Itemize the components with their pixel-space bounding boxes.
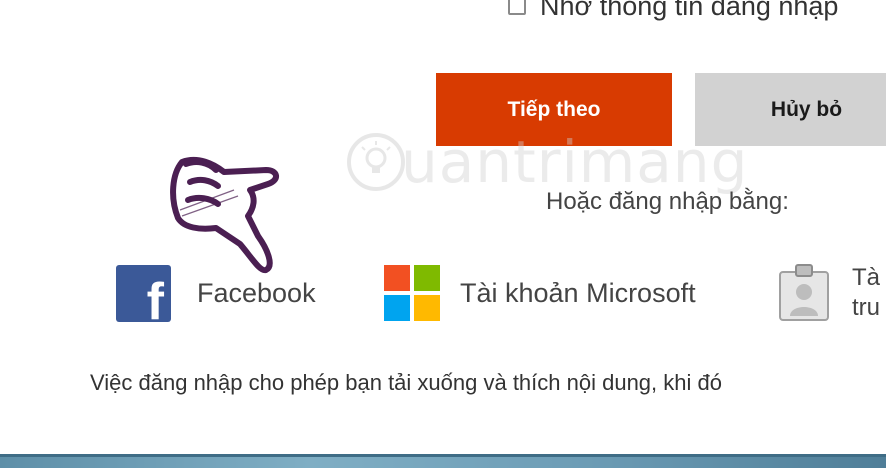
other-account-login[interactable]: Tà tru <box>778 263 880 323</box>
remember-me-checkbox[interactable] <box>508 0 526 15</box>
next-button[interactable]: Tiếp theo <box>436 73 672 146</box>
facebook-login[interactable]: f Facebook <box>116 263 316 323</box>
microsoft-label: Tài khoản Microsoft <box>460 277 696 308</box>
lightbulb-icon <box>347 133 405 191</box>
cancel-button[interactable]: Hủy bỏ <box>695 73 886 146</box>
bottom-image-strip <box>0 454 886 468</box>
other-account-label-line1: Tà <box>852 264 881 291</box>
other-account-label-line2: tru <box>852 294 881 321</box>
pointing-hand-icon <box>170 156 279 274</box>
remember-me-label: Nhớ thông tin đăng nhập <box>540 0 839 21</box>
remember-me-row[interactable]: Nhớ thông tin đăng nhập <box>508 0 838 26</box>
facebook-label: Facebook <box>197 277 316 308</box>
profile-card-icon <box>779 264 829 321</box>
facebook-icon: f <box>116 264 171 322</box>
microsoft-icon <box>384 265 440 321</box>
info-text: Việc đăng nhập cho phép bạn tải xuống và… <box>90 370 722 395</box>
or-sign-in-with-label: Hoặc đăng nhập bằng: <box>546 188 789 215</box>
microsoft-account-login[interactable]: Tài khoản Microsoft <box>384 263 696 323</box>
